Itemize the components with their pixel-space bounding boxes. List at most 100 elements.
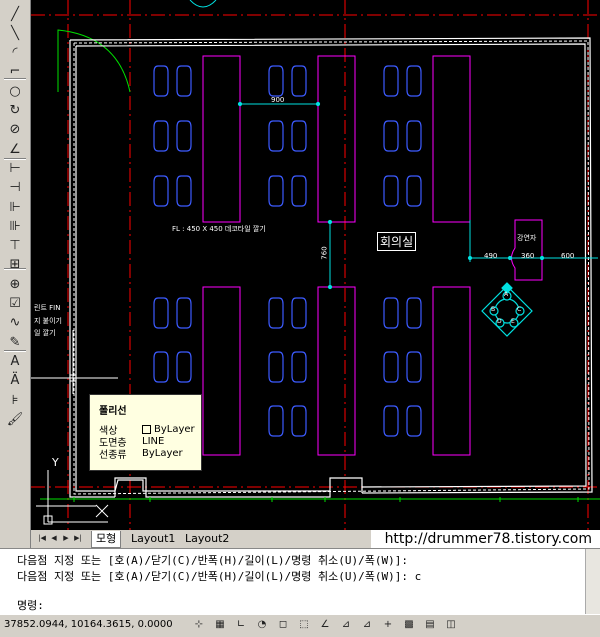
chair <box>383 120 399 152</box>
transparency-icon[interactable]: ▩ <box>402 617 416 633</box>
ellipse-icon[interactable]: ⊘ <box>4 120 26 140</box>
linear-dimension-icon[interactable]: ⊢ <box>4 158 26 178</box>
construction-line-icon[interactable]: ╲ <box>4 23 26 43</box>
tab-model[interactable]: 모형 <box>91 531 122 548</box>
polar-tracking-icon[interactable]: ◔ <box>255 617 269 633</box>
chair <box>176 351 192 383</box>
selection-cycling-icon[interactable]: ◫ <box>444 617 458 633</box>
chair <box>383 351 399 383</box>
next-tab-button[interactable]: ▶ <box>61 533 71 543</box>
chair <box>383 297 399 329</box>
left-note-1: 린트 FIN <box>34 304 61 312</box>
dimension-360: 360 <box>521 252 535 260</box>
chair <box>268 297 284 329</box>
command-scrollbar[interactable] <box>585 549 600 615</box>
check-icon[interactable]: ☑ <box>4 294 26 314</box>
center-mark-icon[interactable]: ⊕ <box>4 274 26 294</box>
chair <box>406 351 422 383</box>
chair <box>406 175 422 207</box>
left-note-3: 일 깔기 <box>34 329 56 337</box>
angle-dimension-icon[interactable]: ∠ <box>4 139 26 159</box>
chair <box>153 297 169 329</box>
dimension-760: 760 <box>320 246 329 260</box>
3d-object-snap-icon[interactable]: ⬚ <box>297 617 311 633</box>
cursor-coordinates: 37852.0944, 10164.3615, 0.0000 <box>4 619 173 630</box>
chair <box>176 65 192 97</box>
properties-tooltip: 폴리선 색상 ByLayer 도면층 LINE 선종류 ByLayer <box>89 394 202 471</box>
allow-ucs-icon[interactable]: ⊿ <box>339 617 353 633</box>
chair <box>291 65 307 97</box>
chair <box>291 351 307 383</box>
chair <box>291 405 307 437</box>
tooltip-row-linetype: 선종류 ByLayer <box>99 446 183 461</box>
room-name-label: 회의실 <box>377 232 417 251</box>
diamond-label-b: B <box>491 306 496 313</box>
diamond-label-e: E <box>511 318 515 325</box>
chair <box>291 120 307 152</box>
left-note-2: 지 붙이기 <box>34 317 62 325</box>
chair <box>406 297 422 329</box>
aligned-dimension-icon[interactable]: ⊣ <box>4 178 26 198</box>
chair <box>153 351 169 383</box>
tab-layout2[interactable]: Layout2 <box>181 531 233 547</box>
command-prompt[interactable]: 명령: <box>17 597 44 613</box>
grid-display-icon[interactable]: ▦ <box>213 617 227 633</box>
rotate-icon[interactable]: ↻ <box>4 101 26 121</box>
command-history-line: 다음점 지정 또는 [호(A)/닫기(C)/반폭(H)/길이(L)/명령 취소(… <box>17 554 408 567</box>
floor-note: FL : 450 X 450 데코타일 깔기 <box>172 225 266 233</box>
snap-mode-icon[interactable]: ⊹ <box>192 617 206 633</box>
arc-icon[interactable]: ◜ <box>4 43 26 63</box>
chair <box>291 175 307 207</box>
chair <box>406 120 422 152</box>
command-window[interactable]: 다음점 지정 또는 [호(A)/닫기(C)/반폭(H)/길이(L)/명령 취소(… <box>0 548 600 615</box>
ortho-mode-icon[interactable]: ∟ <box>234 617 248 633</box>
dimension-600: 600 <box>561 252 575 260</box>
tolerance-icon[interactable]: ⊞ <box>4 255 26 275</box>
toolbar-separator <box>4 268 26 270</box>
tooltip-value: ByLayer <box>142 448 183 459</box>
continue-dimension-icon[interactable]: ⊪ <box>4 216 26 236</box>
chair <box>268 120 284 152</box>
chair <box>268 65 284 97</box>
brush-icon[interactable]: 🖌 <box>4 409 26 429</box>
dimension-style-icon[interactable]: ⊧ <box>4 390 26 410</box>
tooltip-title: 폴리선 <box>99 406 127 417</box>
chair <box>176 175 192 207</box>
quick-properties-icon[interactable]: ▤ <box>423 617 437 633</box>
podium-label: 강연자 <box>517 234 537 242</box>
baseline-dimension-icon[interactable]: ⊩ <box>4 197 26 217</box>
chair <box>176 120 192 152</box>
chair <box>268 405 284 437</box>
lineweight-icon[interactable]: + <box>381 617 395 633</box>
multiline-text-icon[interactable]: Ä <box>4 371 26 391</box>
chair <box>291 297 307 329</box>
chair <box>268 351 284 383</box>
chair <box>153 65 169 97</box>
circle-icon[interactable]: ○ <box>4 81 26 101</box>
toolbar-separator <box>4 78 26 80</box>
tooltip-key: 선종류 <box>99 450 127 461</box>
diamond-label-d: D <box>497 318 502 325</box>
object-snap-icon[interactable]: ◻ <box>276 617 290 633</box>
last-tab-button[interactable]: ▶| <box>73 533 83 543</box>
diamond-label-a: A <box>504 291 509 298</box>
ucs-y-label: Y <box>52 456 59 469</box>
dynamic-input-icon[interactable]: ⊿ <box>360 617 374 633</box>
chair <box>176 297 192 329</box>
ordinate-dimension-icon[interactable]: ⊤ <box>4 236 26 256</box>
command-history-line: 다음점 지정 또는 [호(A)/닫기(C)/반폭(H)/길이(L)/명령 취소(… <box>17 570 422 583</box>
chair <box>153 175 169 207</box>
tab-layout1[interactable]: Layout1 <box>127 531 179 547</box>
chair <box>406 405 422 437</box>
color-swatch-icon <box>142 425 151 434</box>
prev-tab-button[interactable]: ◀ <box>49 533 59 543</box>
draw-toolbar: ╱ ╲ ◜ ⌐ ○ ↻ ⊘ ∠ ⊢ ⊣ ⊩ ⊪ ⊤ ⊞ ⊕ ☑ ∿ ✎ A Ä ⊧ 🖌 <box>0 0 31 548</box>
chair <box>268 175 284 207</box>
object-snap-tracking-icon[interactable]: ∠ <box>318 617 332 633</box>
line-icon[interactable]: ╱ <box>4 4 26 24</box>
chair <box>383 65 399 97</box>
spline-icon[interactable]: ∿ <box>4 313 26 333</box>
text-icon[interactable]: A <box>4 351 26 371</box>
first-tab-button[interactable]: |◀ <box>37 533 47 543</box>
chair <box>383 175 399 207</box>
